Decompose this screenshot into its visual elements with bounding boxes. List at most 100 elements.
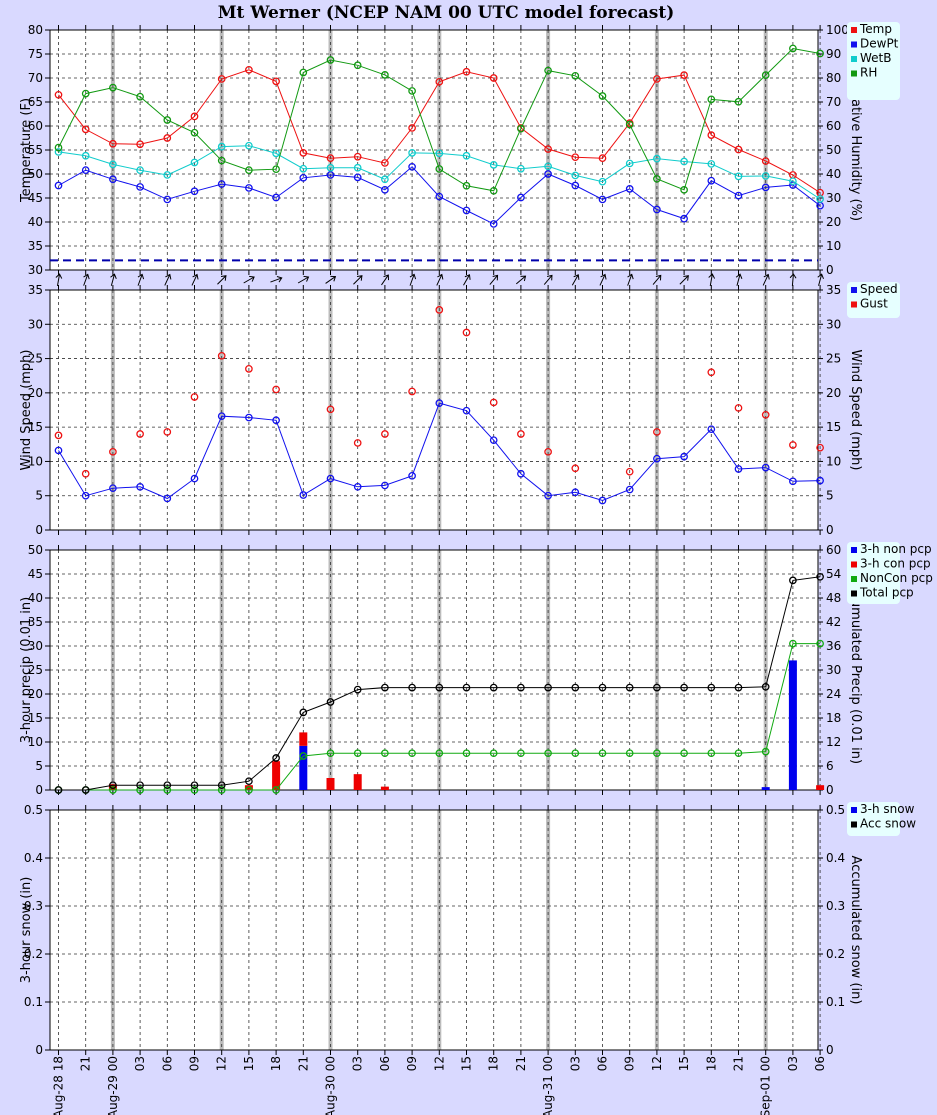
x-tick-label: 06 xyxy=(596,1056,610,1071)
y-tick-label: 30 xyxy=(28,263,43,277)
x-tick-label: 21 xyxy=(296,1056,310,1071)
legend-entry: NonCon pcp xyxy=(860,571,933,585)
y2-tick-label: 25 xyxy=(826,352,841,366)
wind-arrow-icon xyxy=(353,275,363,285)
bar-nonconvective xyxy=(761,787,770,790)
y2-tick-label: 10 xyxy=(826,239,841,253)
y2-tick-label: 20 xyxy=(826,386,841,400)
y-axis-label: Wind Speed (mph) xyxy=(19,350,34,471)
y2-tick-label: 18 xyxy=(826,711,841,725)
y-tick-label: 0.1 xyxy=(24,995,43,1009)
panel-3: 0510152025303540455006121824303642485460… xyxy=(19,542,933,797)
legend-entry: 3-h non pcp xyxy=(860,542,932,556)
legend-swatch xyxy=(851,287,857,293)
legend-entry: 3-h snow xyxy=(860,802,915,816)
y2-tick-label: 50 xyxy=(826,143,841,157)
legend-swatch xyxy=(851,807,857,813)
wind-arrow-icon xyxy=(599,273,607,286)
y2-tick-label: 30 xyxy=(826,191,841,205)
y-tick-label: 5 xyxy=(35,759,43,773)
y2-tick-label: 0.3 xyxy=(826,899,845,913)
y2-tick-label: 0 xyxy=(826,263,834,277)
bar-nonconvective xyxy=(788,660,797,790)
legend-swatch xyxy=(851,561,857,568)
bar-convective xyxy=(299,732,308,746)
x-tick-label: Sep-01 00 xyxy=(759,1056,773,1115)
y2-axis-label: Wind Speed (mph) xyxy=(848,350,863,471)
x-tick-label: 18 xyxy=(704,1056,718,1071)
y2-tick-label: 30 xyxy=(826,663,841,677)
wind-arrow-shaft xyxy=(791,273,794,287)
x-tick-label: 03 xyxy=(786,1056,800,1071)
panel-4: 00.10.20.30.40.500.10.20.30.40.53-hour s… xyxy=(19,802,916,1057)
x-tick-label: 18 xyxy=(269,1056,283,1071)
y-tick-label: 0 xyxy=(35,783,43,797)
legend-entry: Gust xyxy=(860,297,888,311)
x-tick-label: 21 xyxy=(514,1056,528,1071)
wind-arrow-icon xyxy=(463,274,471,286)
wind-arrow-icon xyxy=(110,273,117,286)
y2-axis-label: Accumulated Precip (0.01 in) xyxy=(848,576,863,764)
legend-swatch xyxy=(851,590,857,597)
y2-tick-label: 54 xyxy=(826,567,841,581)
legend-swatch xyxy=(851,301,857,308)
bar-convective xyxy=(816,785,825,790)
bar-convective xyxy=(326,778,335,790)
x-tick-label: 12 xyxy=(215,1056,229,1071)
x-tick-label: 15 xyxy=(242,1056,256,1071)
y2-tick-label: 36 xyxy=(826,639,841,653)
x-tick-label: 12 xyxy=(650,1056,664,1071)
wind-arrow-icon xyxy=(627,273,634,286)
wind-arrow-icon xyxy=(297,275,310,284)
legend: 3-h snowAcc snow xyxy=(847,802,916,836)
x-tick-label: 15 xyxy=(460,1056,474,1071)
y2-tick-label: 5 xyxy=(826,489,834,503)
legend-swatch xyxy=(851,70,857,77)
y2-tick-label: 0 xyxy=(826,1043,834,1057)
y2-tick-label: 70 xyxy=(826,95,841,109)
legend: SpeedGust xyxy=(847,282,900,318)
wind-arrow-icon xyxy=(243,275,255,284)
legend: 3-h non pcp3-h con pcpNonCon pcpTotal pc… xyxy=(847,542,933,604)
y-tick-label: 35 xyxy=(28,239,43,253)
y2-axis-label: Accumulated snow (in) xyxy=(848,856,863,1005)
y2-tick-label: 12 xyxy=(826,735,841,749)
legend-entry: WetB xyxy=(860,51,891,65)
legend-entry: RH xyxy=(860,66,877,80)
plot-area xyxy=(50,810,818,1050)
y2-tick-label: 0 xyxy=(826,783,834,797)
y-tick-label: 5 xyxy=(35,489,43,503)
meteogram: Mt Werner (NCEP NAM 00 UTC model forecas… xyxy=(19,3,933,1115)
y2-tick-label: 0.1 xyxy=(826,995,845,1009)
y-tick-label: 0 xyxy=(35,1043,43,1057)
wind-arrow-icon xyxy=(270,276,283,283)
legend-entry: Total pcp xyxy=(859,586,914,600)
x-tick-label: 03 xyxy=(351,1056,365,1071)
y2-tick-label: 60 xyxy=(826,119,841,133)
y2-tick-label: 15 xyxy=(826,420,841,434)
y-tick-label: 40 xyxy=(28,215,43,229)
wind-arrow-icon xyxy=(381,274,390,286)
wind-arrow-icon xyxy=(789,273,797,287)
y2-tick-label: 24 xyxy=(826,687,841,701)
x-tick-label: 15 xyxy=(677,1056,691,1071)
y2-tick-label: 6 xyxy=(826,759,834,773)
y-tick-label: 0.5 xyxy=(24,803,43,817)
panel-2: 0510152025303505101520253035Wind Speed (… xyxy=(19,282,900,537)
x-tick-label: 21 xyxy=(732,1056,746,1071)
y-tick-label: 0.4 xyxy=(24,851,43,865)
y-tick-label: 75 xyxy=(28,47,43,61)
wind-arrow-icon xyxy=(515,275,527,285)
y2-tick-label: 0.5 xyxy=(826,803,845,817)
x-tick-label: Aug-28 18 xyxy=(52,1056,66,1115)
x-tick-label: 09 xyxy=(188,1056,202,1071)
wind-arrow-icon xyxy=(137,273,145,286)
x-tick-label: 03 xyxy=(568,1056,582,1071)
legend-swatch xyxy=(851,576,857,582)
legend-swatch xyxy=(851,56,857,62)
y-axis-label: 3-hour precip (0.01 in) xyxy=(19,597,34,743)
x-tick-label: Aug-29 00 xyxy=(106,1056,120,1115)
bar-convective xyxy=(353,774,362,790)
y2-tick-label: 60 xyxy=(826,543,841,557)
y2-tick-label: 90 xyxy=(826,47,841,61)
